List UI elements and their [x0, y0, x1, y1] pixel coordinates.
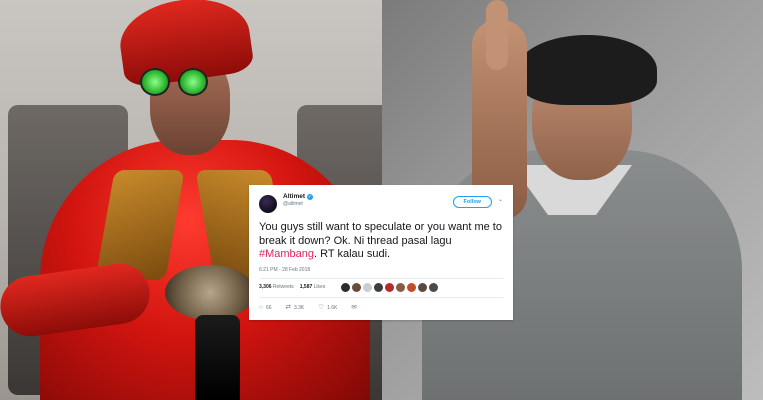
- tweet-text: You guys still want to speculate or you …: [259, 221, 503, 262]
- divider: [259, 277, 503, 279]
- liker-avatar[interactable]: [374, 282, 384, 292]
- reply-count: 66: [265, 304, 272, 311]
- liker-avatar[interactable]: [407, 282, 417, 292]
- liker-avatar[interactable]: [385, 282, 395, 292]
- author-handle[interactable]: @altimet: [283, 201, 453, 207]
- liker-avatars: [341, 282, 440, 292]
- liker-avatar[interactable]: [363, 282, 373, 292]
- like-button[interactable]: ♡ 1.6K: [318, 303, 338, 311]
- belt-buckle: [165, 265, 255, 320]
- liker-avatar[interactable]: [418, 282, 428, 292]
- retweet-count: 3.3K: [293, 304, 305, 311]
- reply-icon: ○: [259, 303, 263, 311]
- tweet-card: Altimet ✓ @altimet Follow ⌄ You guys sti…: [249, 185, 513, 320]
- raised-finger: [486, 0, 508, 70]
- likes-stat[interactable]: 1,587 Likes: [300, 284, 326, 290]
- tassel: [195, 315, 240, 400]
- tweet-text-after: . RT kalau sudi.: [314, 248, 391, 260]
- likes-count: 1,587: [299, 284, 313, 290]
- retweet-icon: ⇄: [285, 303, 291, 311]
- tweet-header: Altimet ✓ @altimet Follow ⌄: [259, 193, 503, 213]
- retweets-count: 3,306: [259, 284, 272, 290]
- retweet-button[interactable]: ⇄ 3.3K: [285, 303, 305, 311]
- flat-cap: [517, 35, 657, 105]
- retweets-stat[interactable]: 3,306 Retweets: [259, 284, 294, 290]
- green-lens-left: [140, 68, 170, 96]
- tweet-text-before: You guys still want to speculate or you …: [259, 221, 502, 247]
- author-name[interactable]: Altimet: [283, 193, 305, 200]
- verified-badge-icon: ✓: [307, 193, 314, 200]
- avatar[interactable]: [259, 195, 277, 213]
- tweet-author: Altimet ✓ @altimet: [283, 193, 453, 207]
- tweet-timestamp[interactable]: 6:21 PM - 28 Feb 2018: [259, 267, 503, 273]
- envelope-icon: ✉: [351, 303, 357, 311]
- message-button[interactable]: ✉: [351, 303, 359, 311]
- tweet-stats: 3,306 Retweets 1,587 Likes: [259, 282, 503, 292]
- reply-button[interactable]: ○ 66: [259, 303, 272, 311]
- divider: [259, 296, 503, 298]
- follow-button[interactable]: Follow: [452, 196, 492, 208]
- like-count: 1.6K: [327, 304, 338, 311]
- retweets-label: Retweets: [272, 284, 294, 290]
- likes-label: Likes: [313, 284, 326, 290]
- name-row: Altimet ✓: [283, 193, 453, 200]
- chevron-down-icon[interactable]: ⌄: [498, 196, 503, 203]
- heart-icon: ♡: [318, 303, 325, 311]
- liker-avatar[interactable]: [341, 282, 351, 292]
- liker-avatar[interactable]: [429, 282, 439, 292]
- tweet-actions: ○ 66 ⇄ 3.3K ♡ 1.6K ✉: [259, 303, 503, 311]
- liker-avatar[interactable]: [396, 282, 406, 292]
- liker-avatar[interactable]: [352, 282, 362, 292]
- hashtag-link[interactable]: #Mambang: [259, 248, 314, 260]
- green-lens-right: [178, 68, 208, 96]
